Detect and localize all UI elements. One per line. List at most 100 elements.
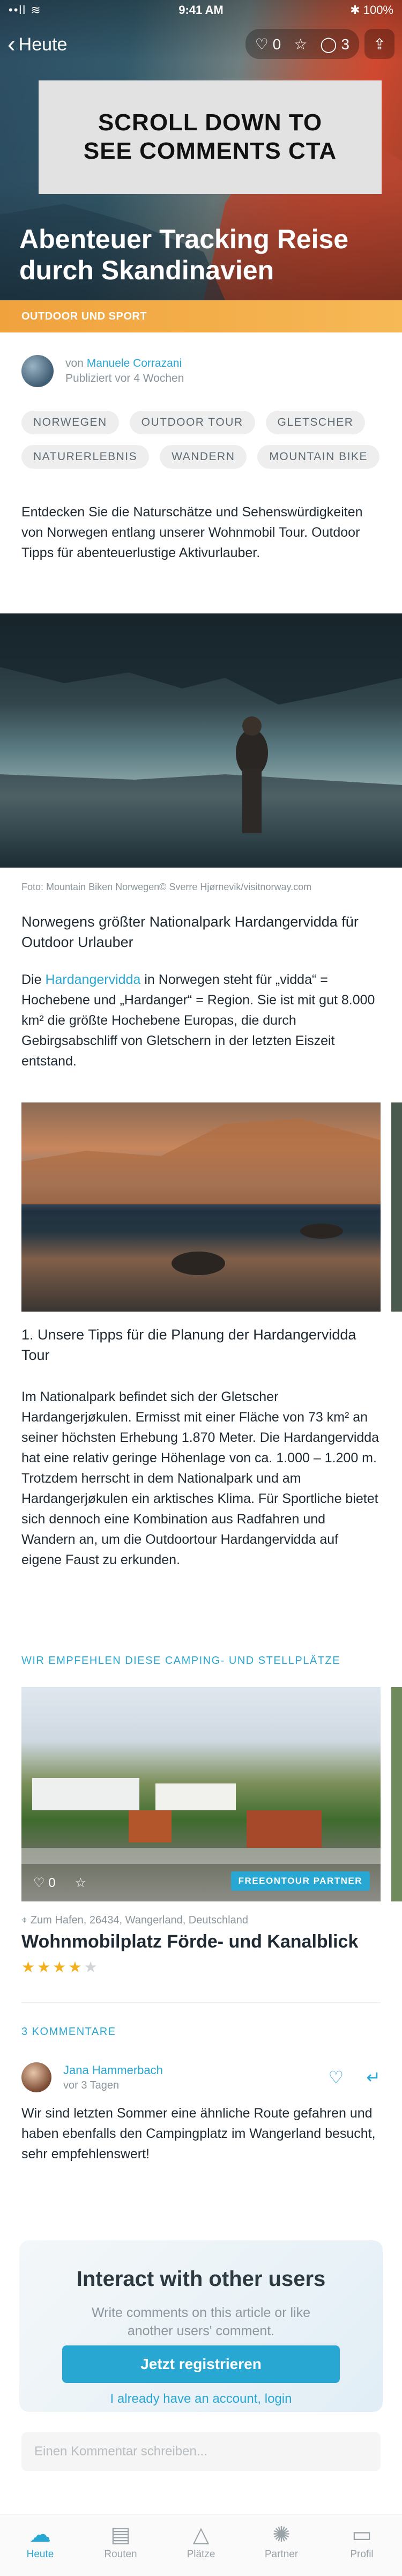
interact-subtitle: Write comments on this article or like a… xyxy=(92,2305,310,2338)
author-name-link[interactable]: Manuele Corrazani xyxy=(87,357,182,369)
hero-image: ••ll ≋ 9:41 AM ✱ 100% ‹ Heute ♡ 0 ☆ ◯ 3 xyxy=(0,0,402,300)
tab-label: Profil xyxy=(350,2549,374,2560)
tab-partner[interactable]: ✺ Partner xyxy=(241,2514,322,2576)
comment-time: vor 3 Tagen xyxy=(63,2079,120,2091)
map-icon: ▤ xyxy=(110,2523,131,2547)
star-filled-icon: ★ xyxy=(37,1959,53,1975)
section-paragraph-2: Im Nationalpark befindet sich der Gletsc… xyxy=(21,1389,379,1567)
camping-address: Zum Hafen, 26434, Wangerland, Deutschlan… xyxy=(30,1914,248,1926)
tag-list: NORWEGEN OUTDOOR TOUR GLETSCHER NATURERL… xyxy=(21,411,386,469)
commenter-avatar[interactable] xyxy=(21,2062,51,2092)
tag-chip[interactable]: NATURERLEBNIS xyxy=(21,445,150,469)
camping-card-image[interactable]: ♡ 0 ☆ FREEONTOUR PARTNER xyxy=(21,1687,381,1901)
divider xyxy=(21,2002,381,2003)
commenter-name[interactable]: Jana Hammerbach xyxy=(63,2063,317,2077)
gallery-image-next[interactable] xyxy=(391,1102,402,1312)
tag-chip[interactable]: NORWEGEN xyxy=(21,411,119,434)
tab-bar: ☁ Heute ▤ Routen △ Plätze ✺ Partner ▭ Pr… xyxy=(0,2514,402,2576)
camping-section-label: WIR EMPFEHLEN DIESE CAMPING- UND STELLPL… xyxy=(21,1655,340,1667)
category-badge[interactable]: OUTDOOR UND SPORT xyxy=(0,300,402,332)
article-photo-hiker xyxy=(0,613,402,868)
star-icon: ☆ xyxy=(294,35,308,53)
comments-button[interactable]: ◯ 3 xyxy=(320,35,349,53)
star-empty-icon: ★ xyxy=(84,1959,100,1975)
battery-indicator: ✱ 100% xyxy=(350,3,393,17)
tab-label: Partner xyxy=(264,2549,299,2560)
author-line: von Manuele Corrazani xyxy=(65,357,184,370)
lake-photo xyxy=(21,1119,381,1312)
author-row: von Manuele Corrazani Publiziert vor 4 W… xyxy=(21,350,381,393)
like-count: 0 xyxy=(272,35,281,53)
camping-title[interactable]: Wohnmobilplatz Förde- und Kanalblick xyxy=(21,1931,358,1952)
intro-paragraph: Entdecken Sie die Naturschätze und Sehen… xyxy=(21,505,363,560)
chevron-left-icon: ‹ xyxy=(8,31,16,57)
author-avatar[interactable] xyxy=(21,355,54,387)
comment-header: Jana Hammerbach vor 3 Tagen ♡ ↵ xyxy=(21,2061,381,2093)
photo-caption: Foto: Mountain Biken Norwegen© Sverre Hj… xyxy=(21,882,312,892)
comment-count: 3 xyxy=(341,35,349,53)
camping-card-next[interactable] xyxy=(391,1687,402,1901)
share-icon: ⇪ xyxy=(373,35,386,53)
tab-routen[interactable]: ▤ Routen xyxy=(80,2514,161,2576)
register-button[interactable]: Jetzt registrieren xyxy=(62,2345,340,2383)
camping-rating: ★★★★★ xyxy=(21,1958,100,1976)
camping-like-count: 0 xyxy=(48,1875,56,1890)
speech-bubble-icon: ◯ xyxy=(320,35,337,53)
article-title: Abenteuer Tracking Reise durch Skandinav… xyxy=(19,224,349,285)
tag-chip[interactable]: MOUNTAIN BIKE xyxy=(257,445,379,469)
comment-text: Wir sind letzten Sommer eine ähnliche Ro… xyxy=(21,2106,376,2162)
engagement-group: ♡ 0 ☆ ◯ 3 xyxy=(245,29,359,59)
star-filled-icon: ★ xyxy=(21,1959,38,1975)
star-filled-icon: ★ xyxy=(68,1959,84,1975)
text-segment: Die xyxy=(21,972,46,987)
share-button[interactable]: ⇪ xyxy=(364,29,394,59)
like-button[interactable]: ♡ 0 xyxy=(255,35,281,53)
tent-icon: △ xyxy=(192,2523,210,2547)
clock: 9:41 AM xyxy=(178,3,224,17)
tab-label: Routen xyxy=(104,2549,137,2560)
published-date: Publiziert vor 4 Wochen xyxy=(65,372,184,384)
section-heading-2: 1. Unsere Tipps für die Planung der Hard… xyxy=(21,1327,356,1363)
tab-label: Heute xyxy=(26,2549,54,2560)
login-link[interactable]: I already have an account, login xyxy=(19,2392,383,2407)
gallery-image-lake[interactable] xyxy=(21,1102,381,1312)
section-heading-1: Norwegens größter Nationalpark Hardanger… xyxy=(21,914,359,950)
tag-chip[interactable]: OUTDOOR TOUR xyxy=(129,411,255,434)
comments-count-label: 3 KOMMENTARE xyxy=(21,2026,116,2038)
interact-cta-card: Interact with other users Write comments… xyxy=(19,2240,383,2412)
heart-icon: ♡ xyxy=(33,1875,45,1890)
sun-icon: ✺ xyxy=(272,2523,291,2547)
back-label: Heute xyxy=(18,34,68,55)
navigation-bar: ‹ Heute ♡ 0 ☆ ◯ 3 ⇪ xyxy=(0,24,402,66)
scroll-cta-placeholder: SCROLL DOWN TO SEE COMMENTS CTA xyxy=(39,80,382,194)
partner-badge: FREEONTOUR PARTNER xyxy=(230,1871,370,1891)
back-button[interactable]: ‹ Heute xyxy=(8,31,67,58)
bookmark-button[interactable]: ☆ xyxy=(294,35,307,53)
profile-card-icon: ▭ xyxy=(352,2523,372,2547)
interact-title: Interact with other users xyxy=(76,2267,326,2291)
comment-input[interactable]: Einen Kommentar schreiben... xyxy=(21,2432,381,2471)
tag-chip[interactable]: GLETSCHER xyxy=(265,411,366,434)
cta-line-1: SCROLL DOWN TO xyxy=(98,109,323,136)
comment-like-icon[interactable]: ♡ xyxy=(329,2067,344,2088)
tab-heute[interactable]: ☁ Heute xyxy=(0,2514,80,2576)
location-pin-icon: ⌖ xyxy=(21,1914,28,1926)
author-prefix: von xyxy=(65,357,84,369)
hiker-photo xyxy=(0,613,402,868)
hardangervidda-link[interactable]: Hardangervidda xyxy=(45,972,140,987)
status-bar: ••ll ≋ 9:41 AM ✱ 100% xyxy=(0,0,402,21)
star-icon: ☆ xyxy=(75,1875,87,1890)
camping-favorite-button[interactable]: ☆ xyxy=(75,1875,87,1891)
tab-profil[interactable]: ▭ Profil xyxy=(322,2514,402,2576)
section-paragraph-1: Die Hardangervidda in Norwegen steht für… xyxy=(21,969,381,1071)
star-filled-icon: ★ xyxy=(53,1959,69,1975)
tab-plaetze[interactable]: △ Plätze xyxy=(161,2514,241,2576)
camping-like-button[interactable]: ♡ 0 xyxy=(33,1875,56,1891)
cloud-icon: ☁ xyxy=(29,2523,51,2547)
camping-location: ⌖ Zum Hafen, 26434, Wangerland, Deutschl… xyxy=(21,1914,248,1927)
tab-label: Plätze xyxy=(187,2549,215,2560)
tag-chip[interactable]: WANDERN xyxy=(160,445,247,469)
cta-line-2: SEE COMMENTS CTA xyxy=(83,138,337,164)
heart-icon: ♡ xyxy=(255,35,269,53)
reply-icon[interactable]: ↵ xyxy=(366,2067,381,2088)
